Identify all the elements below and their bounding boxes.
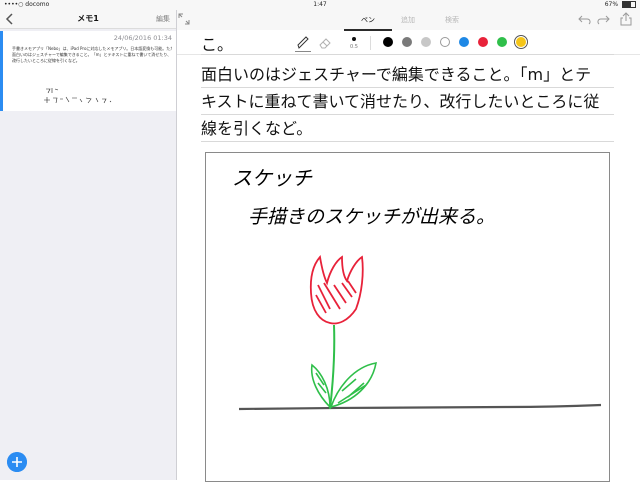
ruled-line <box>201 54 614 55</box>
note-preview-line: 改行したいところに従線を引くなど。 <box>12 58 80 63</box>
notebook-title: メモ1 <box>77 14 99 23</box>
right-leaf <box>329 362 377 409</box>
add-note-button[interactable] <box>7 452 27 472</box>
ground-line <box>238 403 602 411</box>
clock: 1:47 <box>313 1 327 8</box>
expand-icon[interactable] <box>178 13 190 25</box>
text-paragraph[interactable]: 面白いのはジェスチャーで編集できること。「m」とテ キストに重ねて書いて消せたり… <box>201 61 614 142</box>
text-line: 面白いのはジェスチャーで編集できること。「m」とテ <box>201 61 614 88</box>
list-item[interactable]: 24/06/2016 01:34 手書きメモアプリ「Nebo」は、iPad Pr… <box>0 31 176 111</box>
text-line: こ。 <box>201 35 234 54</box>
sketch-handwriting: 手描きのスケッチが出来る。 <box>248 206 495 228</box>
redo-icon[interactable] <box>596 13 610 25</box>
undo-icon[interactable] <box>578 13 592 25</box>
status-bar: ••••○ docomo 1:47 67% <box>0 0 640 10</box>
note-preview: 手書きメモアプリ「Nebo」は、iPad Proに対応したメモアプリ。日本語変換… <box>12 46 172 64</box>
battery-percent: 67% <box>604 1 619 8</box>
sketch-heading: スケッチ <box>232 166 313 190</box>
tulip-flower <box>309 254 364 325</box>
sketch-block[interactable]: スケッチ 手描きのスケッチが出来る。 <box>205 152 610 482</box>
note-date: 24/06/2016 01:34 <box>113 34 172 42</box>
battery-icon <box>622 1 636 8</box>
left-leaf <box>310 363 331 409</box>
tab-pen[interactable]: ペン <box>348 10 388 30</box>
text-line: キストに重ねて書いて消せたり、改行したいところに従 <box>201 88 614 115</box>
sketch-canvas: スケッチ 手描きのスケッチが出来る。 <box>232 166 602 411</box>
text-line: 線を引くなど。 <box>201 115 614 142</box>
flower-stem <box>329 324 336 410</box>
tab-search[interactable]: 検索 <box>434 10 470 30</box>
note-sketch-thumbnail <box>44 88 112 104</box>
edit-button[interactable]: 編集 <box>156 10 170 28</box>
battery-status: 67% <box>605 0 636 10</box>
text-partial: こ。 <box>201 35 614 54</box>
notes-sidebar: メモ1 編集 24/06/2016 01:34 手書きメモアプリ「Nebo」は、… <box>0 10 177 480</box>
selected-indicator <box>0 31 3 111</box>
share-icon[interactable] <box>620 12 632 26</box>
tab-add[interactable]: 追加 <box>390 10 426 30</box>
sidebar-nav-bar: メモ1 編集 <box>0 10 176 29</box>
